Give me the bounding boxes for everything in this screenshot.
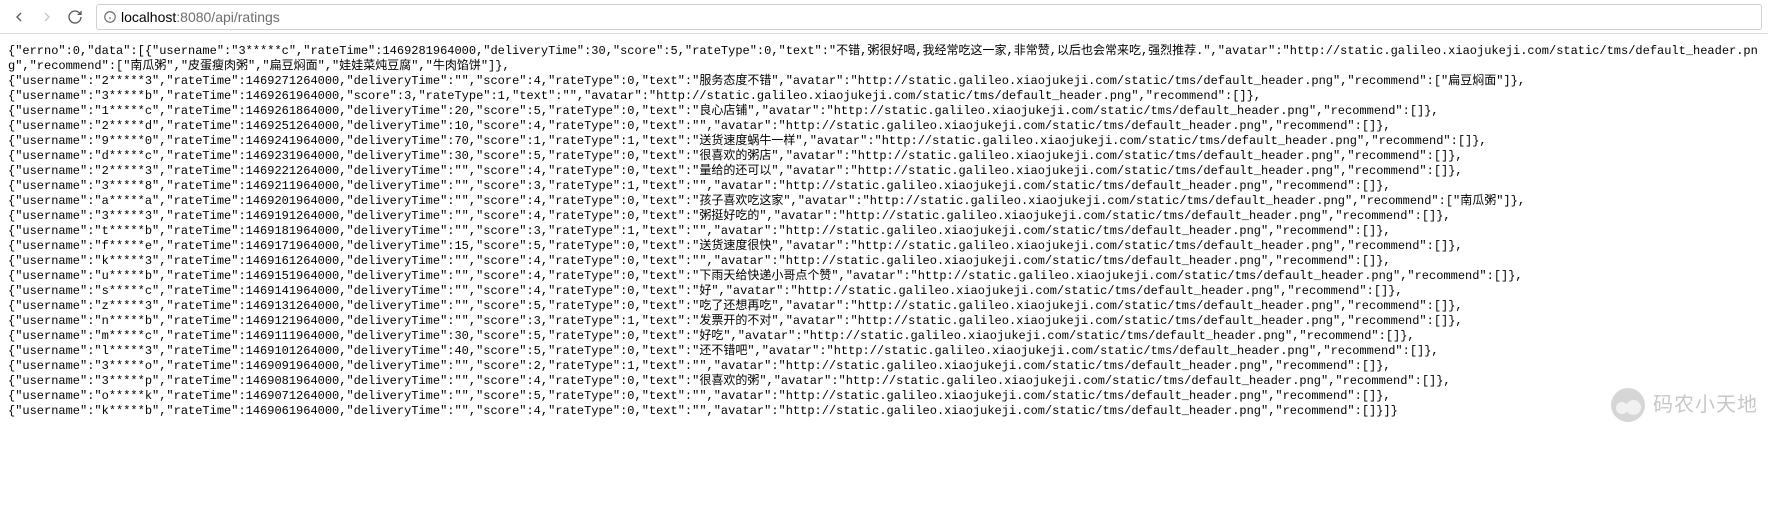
url-text: localhost:8080/api/ratings <box>121 9 280 25</box>
address-bar[interactable]: localhost:8080/api/ratings <box>96 4 1762 30</box>
info-icon <box>103 10 117 24</box>
response-body: {"errno":0,"data":[{"username":"3*****c"… <box>0 34 1768 444</box>
url-host: localhost <box>121 9 176 25</box>
url-rest: :8080/api/ratings <box>176 9 280 25</box>
browser-toolbar: localhost:8080/api/ratings <box>0 0 1768 34</box>
wechat-icon <box>1611 388 1645 422</box>
back-button[interactable] <box>6 4 32 30</box>
watermark: 码农小天地 <box>1611 388 1758 422</box>
forward-button[interactable] <box>34 4 60 30</box>
watermark-text: 码农小天地 <box>1653 398 1758 413</box>
reload-button[interactable] <box>62 4 88 30</box>
